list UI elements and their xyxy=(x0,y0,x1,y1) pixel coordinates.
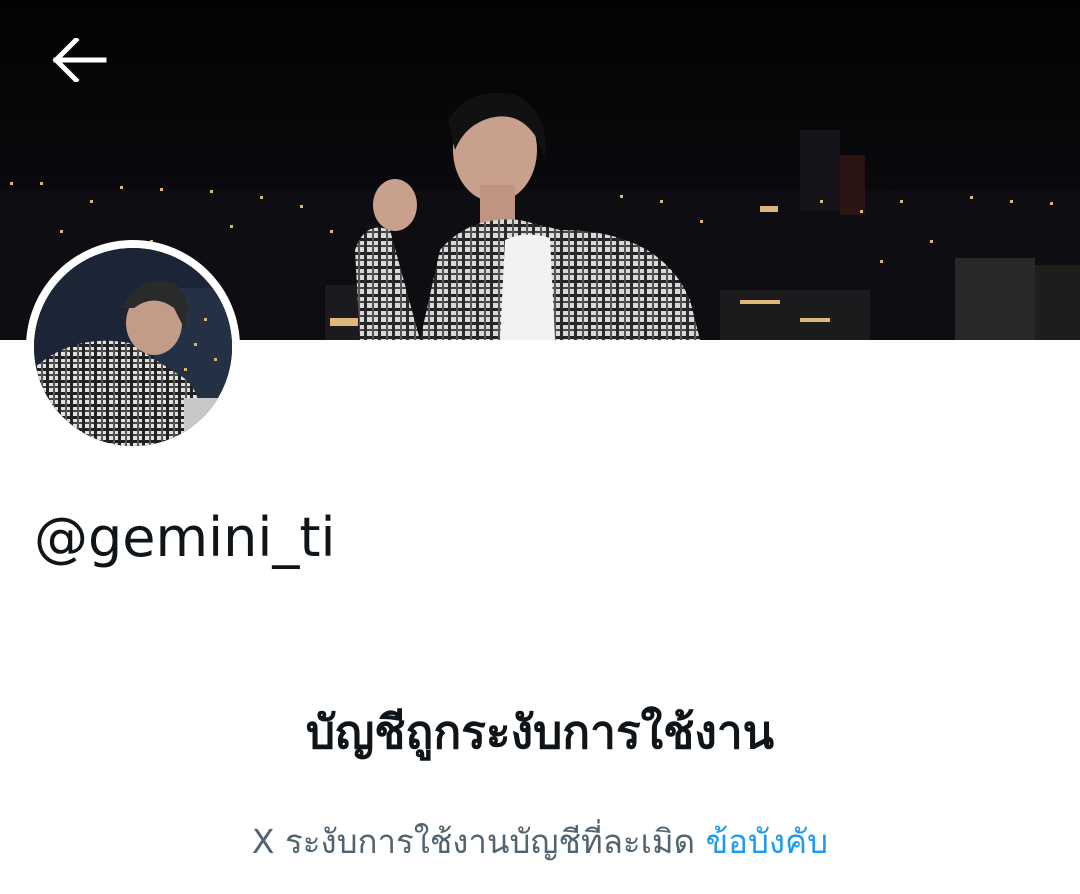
suspended-description-text: X ระงับการใช้งานบัญชีที่ละเมิด xyxy=(251,822,696,861)
back-button[interactable] xyxy=(44,28,116,92)
suspended-title: บัญชีถูกระงับการใช้งาน xyxy=(305,705,775,759)
avatar[interactable] xyxy=(26,240,240,454)
suspended-description: X ระงับการใช้งานบัญชีที่ละเมิด ข้อบังคับ xyxy=(0,812,1080,872)
profile-handle: @gemini_ti xyxy=(34,506,336,569)
arrow-left-icon xyxy=(52,38,107,82)
profile-page: @gemini_ti บัญชีถูกระงับการใช้งาน X ระงั… xyxy=(0,0,1080,894)
avatar-image xyxy=(34,248,232,446)
rules-link[interactable]: ข้อบังคับ xyxy=(706,822,828,861)
